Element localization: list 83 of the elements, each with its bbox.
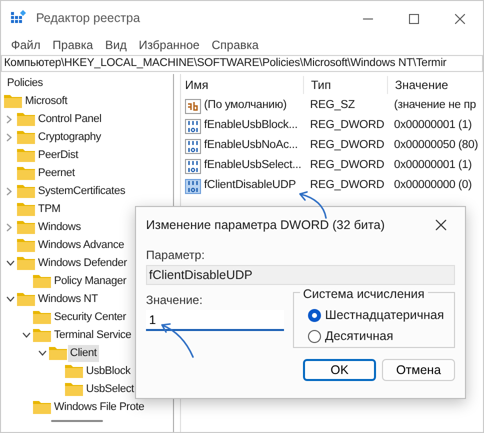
tree-item[interactable]: Microsoft bbox=[23, 92, 70, 110]
folder-icon bbox=[65, 382, 83, 396]
dialog-title: Изменение параметра DWORD (32 бита) bbox=[146, 216, 385, 234]
close-icon bbox=[435, 219, 447, 232]
table-cell: REG_DWORD bbox=[310, 159, 384, 172]
tree-item[interactable]: Windows Advance bbox=[36, 236, 126, 254]
table-cell: REG_DWORD bbox=[310, 139, 384, 152]
table-cell: 0x00000000 (0) bbox=[394, 179, 472, 192]
menu-item[interactable]: Вид bbox=[99, 36, 133, 54]
tree-item[interactable]: TPM bbox=[36, 200, 62, 218]
column-header[interactable]: Имя bbox=[185, 78, 208, 92]
table-cell[interactable]: (По умолчанию) bbox=[204, 97, 287, 115]
folder-icon bbox=[33, 274, 51, 288]
table-cell[interactable]: fClientDisableUDP bbox=[204, 177, 296, 195]
tree-item[interactable]: Policies bbox=[5, 74, 45, 92]
annotation-arrow bbox=[296, 191, 330, 219]
folder-icon bbox=[17, 292, 35, 306]
radio-label[interactable]: Шестнадцатеричная bbox=[325, 306, 444, 325]
table-cell: REG_DWORD bbox=[310, 119, 384, 132]
tree-item[interactable]: Windows Defender bbox=[36, 254, 129, 272]
folder-icon bbox=[65, 364, 83, 378]
table-cell: 0x00000001 (1) bbox=[394, 159, 472, 172]
folder-icon bbox=[4, 94, 22, 108]
column-header[interactable]: Значение bbox=[395, 78, 448, 92]
chevron-icon[interactable] bbox=[6, 260, 15, 266]
tree-item[interactable]: Windows bbox=[36, 218, 83, 236]
column-header[interactable]: Тип bbox=[311, 78, 332, 92]
field-label: Параметр: bbox=[146, 248, 206, 262]
table-cell: 0x00000001 (1) bbox=[394, 119, 472, 132]
folder-icon bbox=[17, 220, 35, 234]
chevron-icon[interactable] bbox=[6, 296, 15, 302]
dialog-button[interactable]: OK bbox=[303, 359, 376, 381]
value-field[interactable]: 1 bbox=[146, 310, 284, 331]
table-cell[interactable]: fEnableUsbNoAc... bbox=[204, 137, 298, 155]
annotation-arrow bbox=[159, 321, 195, 359]
folder-icon bbox=[17, 166, 35, 180]
folder-icon bbox=[33, 310, 51, 324]
table-cell[interactable]: fEnableUsbBlock... bbox=[204, 117, 298, 135]
table-cell: REG_SZ bbox=[310, 99, 355, 112]
tree-item[interactable]: Security Center bbox=[52, 308, 128, 326]
table-cell: (значение не пр bbox=[394, 99, 476, 112]
menu-item[interactable]: Файл bbox=[5, 36, 47, 54]
radio-label[interactable]: Десятичная bbox=[325, 327, 394, 346]
chevron-icon[interactable] bbox=[38, 350, 47, 356]
tree-item[interactable]: Windows File Prote bbox=[52, 398, 146, 416]
menu-item[interactable]: Справка bbox=[206, 36, 265, 54]
folder-icon bbox=[17, 184, 35, 198]
folder-icon bbox=[17, 256, 35, 270]
tree-item[interactable]: UsbSelect bbox=[84, 380, 136, 398]
chevron-icon[interactable] bbox=[22, 332, 31, 338]
close-icon bbox=[455, 14, 465, 24]
name-field[interactable]: fClientDisableUDP bbox=[146, 265, 455, 285]
table-cell[interactable]: fEnableUsbSelect... bbox=[204, 157, 302, 175]
menu-item[interactable]: Правка bbox=[46, 36, 100, 54]
folder-icon bbox=[33, 400, 51, 414]
tree-item[interactable]: Peernet bbox=[36, 164, 77, 182]
table-cell: REG_DWORD bbox=[310, 179, 384, 192]
window-title: Редактор реестра bbox=[36, 10, 142, 27]
tree-item[interactable]: UsbBlock bbox=[84, 362, 132, 380]
tree-item[interactable]: Terminal Service bbox=[52, 326, 134, 344]
folder-icon bbox=[17, 238, 35, 252]
folder-icon bbox=[17, 148, 35, 162]
folder-icon bbox=[17, 130, 35, 144]
folder-icon bbox=[17, 112, 35, 126]
address-bar[interactable]: Компьютер\HKEY_LOCAL_MACHINE\SOFTWARE\Policies\Microsoft\Windows NT\Termir bbox=[1, 55, 483, 72]
maximize-icon bbox=[409, 14, 419, 24]
folder-icon bbox=[49, 346, 67, 360]
menu-item[interactable]: Избранное bbox=[132, 36, 206, 54]
dialog-button[interactable]: Отмена bbox=[382, 359, 455, 381]
tree-item[interactable]: Control Panel bbox=[36, 110, 104, 128]
folder-icon bbox=[17, 202, 35, 216]
tree-item[interactable]: SystemCertificates bbox=[36, 182, 128, 200]
tree-item[interactable]: Cryptography bbox=[36, 128, 104, 146]
tree-item[interactable]: PeerDist bbox=[36, 146, 80, 164]
table-cell: 0x00000050 (80) bbox=[394, 139, 478, 152]
folder-icon bbox=[33, 328, 51, 342]
tree-item[interactable]: Policy Manager bbox=[52, 272, 128, 290]
scrollbar[interactable] bbox=[51, 420, 103, 422]
radio-button[interactable] bbox=[308, 309, 321, 322]
tree-item[interactable]: Windows NT bbox=[36, 290, 100, 308]
radio-button[interactable] bbox=[308, 330, 321, 343]
tree-item[interactable]: Client bbox=[68, 344, 99, 362]
field-label: Значение: bbox=[146, 293, 204, 307]
